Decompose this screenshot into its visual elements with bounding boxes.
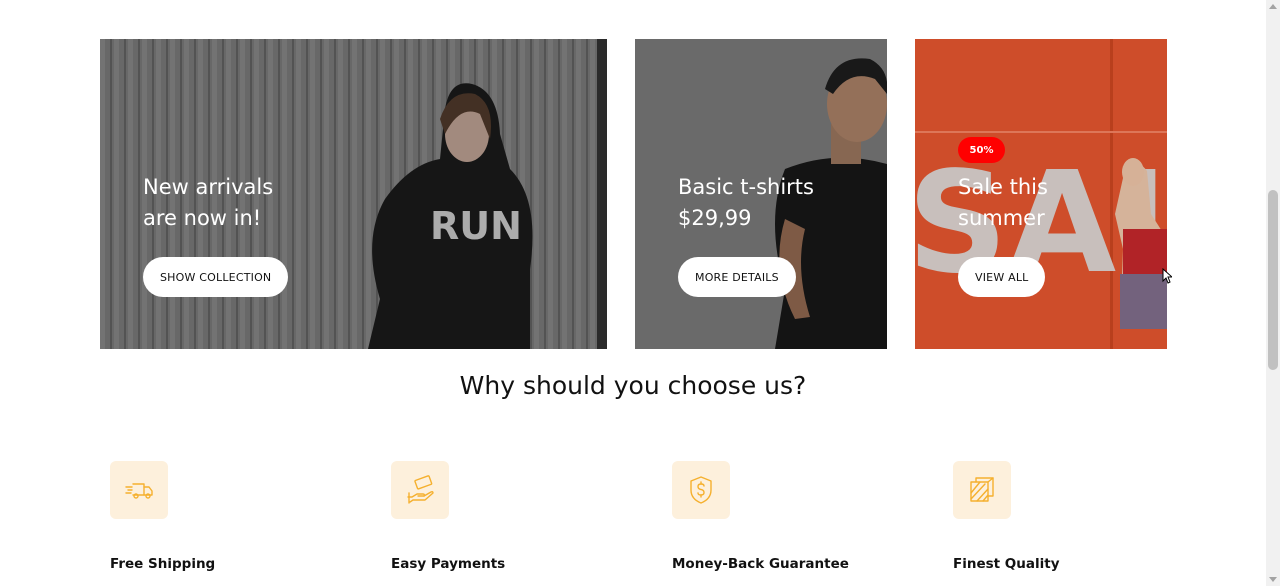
banner-title: New arrivals are now in!: [143, 172, 313, 234]
banner-title: Basic t-shirts $29,99: [678, 172, 848, 234]
banner-title-line-1: New arrivals: [143, 175, 274, 199]
banner-summer-sale[interactable]: SAL 50% Sale this summer VIEW ALL: [915, 39, 1167, 349]
scroll-up-icon[interactable]: [1269, 4, 1277, 9]
more-details-button[interactable]: MORE DETAILS: [678, 257, 796, 297]
feature-easy-payments: Easy Payments: [391, 461, 611, 572]
feature-title: Easy Payments: [391, 556, 506, 572]
show-collection-button[interactable]: SHOW COLLECTION: [143, 257, 289, 297]
feature-title: Free Shipping: [110, 556, 216, 572]
discount-badge: 50%: [958, 137, 1005, 163]
banner-price: $29,99: [678, 206, 752, 230]
mouse-cursor-icon: [1162, 268, 1172, 284]
hand-payment-icon: [407, 475, 434, 504]
shield-dollar-icon: [690, 476, 712, 504]
page: RUN New arrivals are now in! SHOW COLLEC…: [0, 0, 1266, 586]
feature-icon-box: [110, 461, 168, 519]
feature-icon-box: [391, 461, 449, 519]
feature-icon-box: [953, 461, 1011, 519]
feature-free-shipping: Free Shipping: [110, 461, 330, 572]
banner-title: Sale this summer: [958, 172, 1128, 234]
scrollbar-thumb[interactable]: [1268, 190, 1278, 370]
feature-title: Finest Quality: [953, 556, 1060, 572]
scroll-down-icon[interactable]: [1269, 577, 1277, 582]
banner-title-line-1: Basic t-shirts: [678, 175, 814, 199]
feature-money-back-guarantee: Money-Back Guarantee: [672, 461, 892, 572]
banner-title-line-1: Sale this: [958, 175, 1048, 199]
feature-title: Money-Back Guarantee: [672, 556, 849, 572]
view-all-button[interactable]: VIEW ALL: [958, 257, 1046, 297]
banner-basic-tshirts[interactable]: Basic t-shirts $29,99 MORE DETAILS: [635, 39, 887, 349]
banner-title-line-2: summer: [958, 206, 1045, 230]
feature-icon-box: [672, 461, 730, 519]
banner-title-line-2: are now in!: [143, 206, 262, 230]
banner-new-arrivals[interactable]: RUN New arrivals are now in! SHOW COLLEC…: [100, 39, 607, 349]
section-title: Why should you choose us?: [459, 371, 807, 400]
feature-finest-quality: Finest Quality: [953, 461, 1173, 572]
vertical-scrollbar[interactable]: [1266, 0, 1280, 586]
delivery-truck-icon: [125, 483, 153, 499]
quality-fabric-icon: [970, 477, 994, 502]
